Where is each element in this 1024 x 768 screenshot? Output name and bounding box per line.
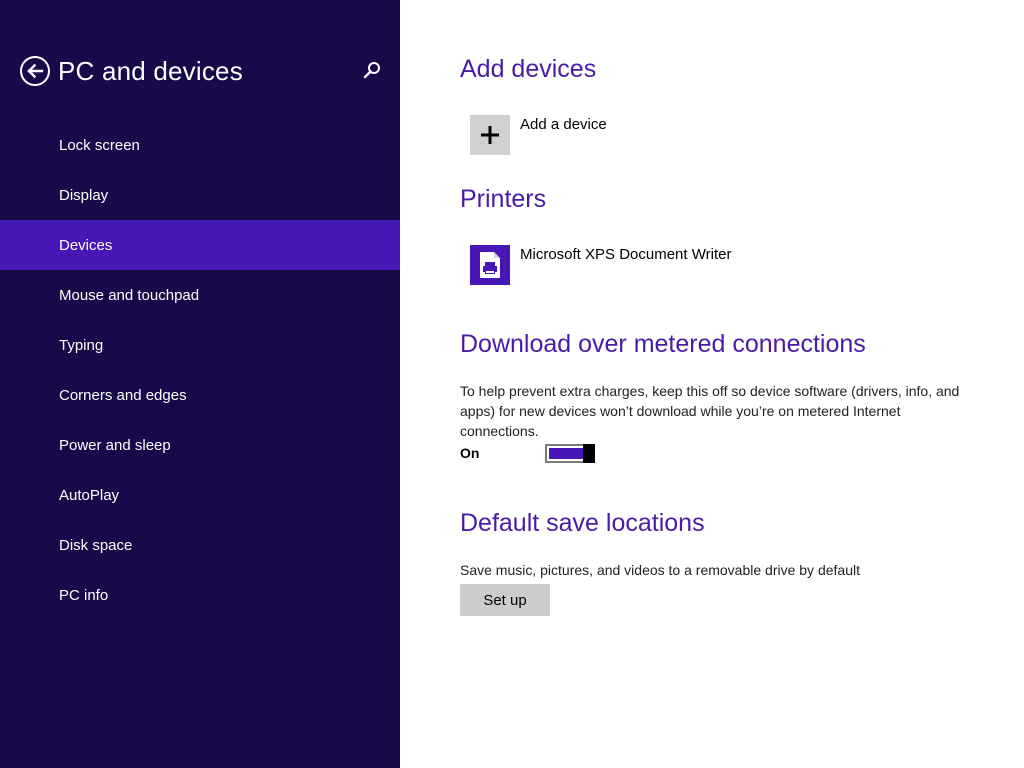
sidebar-item-typing[interactable]: Typing <box>0 320 400 370</box>
metered-description: To help prevent extra charges, keep this… <box>460 383 960 439</box>
sidebar-item-power-and-sleep[interactable]: Power and sleep <box>0 420 400 470</box>
page-title: PC and devices <box>58 56 243 86</box>
printers-heading: Printers <box>460 185 547 213</box>
sidebar-item-disk-space[interactable]: Disk space <box>0 520 400 570</box>
printer-tile <box>470 245 510 285</box>
sidebar-item-mouse-and-touchpad[interactable]: Mouse and touchpad <box>0 270 400 320</box>
add-device-label: Add a device <box>520 116 607 133</box>
toggle-track-fill <box>549 448 583 459</box>
sidebar-nav: Lock screen Display Devices Mouse and to… <box>0 120 400 620</box>
set-up-button[interactable]: Set up <box>460 584 550 616</box>
printer-item[interactable]: Microsoft XPS Document Writer <box>470 245 731 285</box>
metered-heading: Download over metered connections <box>460 330 866 358</box>
sidebar-item-corners-and-edges[interactable]: Corners and edges <box>0 370 400 420</box>
sidebar-item-autoplay[interactable]: AutoPlay <box>0 470 400 520</box>
sidebar-item-lock-screen[interactable]: Lock screen <box>0 120 400 170</box>
search-button[interactable] <box>362 60 382 82</box>
sidebar-header: PC and devices <box>20 54 390 88</box>
toggle-knob <box>583 444 595 463</box>
back-button[interactable] <box>20 56 50 86</box>
save-locations-description: Save music, pictures, and videos to a re… <box>460 562 860 578</box>
add-device-tile <box>470 115 510 155</box>
metered-toggle[interactable] <box>545 444 595 463</box>
sidebar: PC and devices Lock screen Display Devic… <box>0 0 400 768</box>
sidebar-item-pc-info[interactable]: PC info <box>0 570 400 620</box>
metered-toggle-state: On <box>460 445 480 461</box>
sidebar-item-devices[interactable]: Devices <box>0 220 400 270</box>
add-device-button[interactable]: Add a device <box>470 115 607 155</box>
add-devices-heading: Add devices <box>460 55 597 83</box>
main-content: Add devices Add a device Printers Micros… <box>460 0 1000 768</box>
plus-icon <box>481 126 499 144</box>
printer-label: Microsoft XPS Document Writer <box>520 246 732 263</box>
search-icon <box>363 62 380 79</box>
back-arrow-circle-icon <box>27 63 44 79</box>
save-locations-heading: Default save locations <box>460 509 705 537</box>
sidebar-item-display[interactable]: Display <box>0 170 400 220</box>
printer-icon <box>480 252 500 278</box>
